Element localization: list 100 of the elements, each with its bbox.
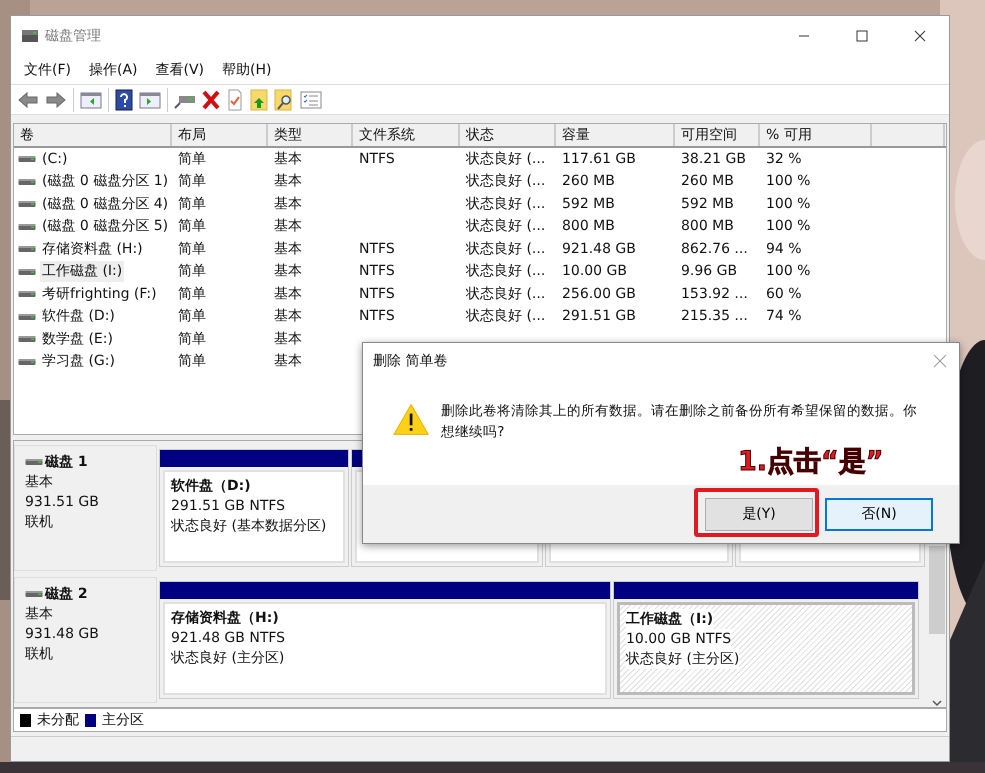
disk-label-panel[interactable]: 磁盘 2 基本 931.48 GB 联机 xyxy=(14,577,157,703)
table-cell: 60 % xyxy=(766,286,802,302)
table-cell: 100 % xyxy=(766,173,810,190)
table-cell: 基本 xyxy=(274,286,302,302)
table-cell: 基本 xyxy=(274,308,302,324)
table-cell: NTFS xyxy=(359,308,395,324)
disk-name: 磁盘 2 xyxy=(45,585,88,604)
table-cell: 256.00 GB xyxy=(562,286,636,302)
table-cell: 291.51 GB xyxy=(562,308,636,324)
table-cell: 38.21 GB xyxy=(681,150,746,167)
table-cell: 215.35 ... xyxy=(681,308,748,324)
yes-button[interactable]: 是(Y) xyxy=(705,498,813,530)
volume-name[interactable]: 存储资料盘 (H:) xyxy=(40,238,145,260)
table-cell: 117.61 GB xyxy=(562,150,636,167)
menu-item[interactable]: 操作(A) xyxy=(80,60,146,80)
volume-name[interactable]: (磁盘 0 磁盘分区 1) xyxy=(40,171,170,192)
table-cell: 简单 xyxy=(178,353,206,370)
disk-type: 基本 xyxy=(25,473,53,492)
disk-name: 磁盘 1 xyxy=(45,453,88,472)
partition-name: 存储资料盘（H:) xyxy=(171,608,279,628)
no-button[interactable]: 否(N) xyxy=(825,498,933,530)
column-header[interactable]: 卷 xyxy=(14,124,172,146)
table-cell: 状态良好 (... xyxy=(466,173,546,190)
table-cell: 基本 xyxy=(274,240,302,257)
table-cell: 状态良好 (... xyxy=(466,218,546,234)
table-cell: 基本 xyxy=(274,353,302,370)
column-header[interactable]: % 可用 xyxy=(760,124,872,146)
column-header[interactable]: 容量 xyxy=(556,124,675,146)
menu-item[interactable]: 查看(V) xyxy=(146,60,214,80)
dialog-title: 删除 简单卷 xyxy=(373,352,448,370)
table-cell: 94 % xyxy=(766,240,802,257)
volume-name[interactable]: 数学盘 (E:) xyxy=(40,328,115,350)
table-cell: 基本 xyxy=(274,150,302,167)
menu-item[interactable]: 帮助(H) xyxy=(213,60,280,80)
table-cell: 简单 xyxy=(178,196,206,212)
volume-name[interactable]: (磁盘 0 磁盘分区 4) xyxy=(40,194,170,215)
table-cell: 10.00 GB xyxy=(562,263,627,280)
column-header[interactable]: 状态 xyxy=(460,124,556,146)
table-cell: 基本 xyxy=(274,218,302,234)
table-cell: NTFS xyxy=(359,240,395,257)
table-cell: 基本 xyxy=(274,173,302,190)
column-header[interactable]: 文件系统 xyxy=(353,124,460,146)
table-cell: 800 MB xyxy=(681,218,734,234)
disk-status: 联机 xyxy=(25,513,53,532)
volume-name[interactable]: 考研frighting (F:) xyxy=(40,284,159,305)
partition-block[interactable]: 软件盘（D:) 291.51 GB NTFS 状态良好 (基本数据分区) xyxy=(163,470,345,563)
table-cell: 简单 xyxy=(178,286,206,302)
partition-size: 10.00 GB NTFS xyxy=(626,629,732,649)
table-cell: 800 MB xyxy=(562,218,615,234)
table-cell: NTFS xyxy=(359,286,395,302)
partition-name: 工作磁盘（I:) xyxy=(626,609,714,629)
table-cell: 32 % xyxy=(766,150,802,167)
volume-name[interactable]: (磁盘 0 磁盘分区 5) xyxy=(40,216,170,238)
dialog-message: 删除此卷将清除其上的所有数据。请在删除之前备份所有希望保留的数据。你想继续吗? xyxy=(441,402,918,442)
partition-status: 状态良好 (主分区) xyxy=(626,649,740,669)
table-cell: 100 % xyxy=(766,218,810,234)
table-cell: 100 % xyxy=(766,263,810,280)
table-cell: 简单 xyxy=(178,240,206,257)
table-cell: 状态良好 (... xyxy=(466,240,546,257)
table-cell: 基本 xyxy=(274,263,302,280)
menu-item[interactable]: 文件(F) xyxy=(15,60,80,80)
table-cell: 100 % xyxy=(766,196,810,212)
table-cell: 862.76 ... xyxy=(681,240,748,257)
table-cell: 简单 xyxy=(178,330,206,347)
disk-status: 联机 xyxy=(25,645,53,664)
table-cell: 简单 xyxy=(178,263,206,280)
table-cell: 简单 xyxy=(178,173,206,190)
table-cell: 74 % xyxy=(766,308,802,324)
table-cell: 基本 xyxy=(274,196,302,212)
table-cell: 简单 xyxy=(178,150,206,167)
table-cell: 状态良好 (... xyxy=(466,286,546,302)
window-title: 磁盘管理 xyxy=(45,26,101,46)
table-cell: 状态良好 (... xyxy=(466,308,546,324)
volume-name[interactable]: (C:) xyxy=(40,148,70,170)
volume-name[interactable]: 学习盘 (G:) xyxy=(40,351,117,372)
disk-type: 基本 xyxy=(25,605,53,624)
table-cell: 状态良好 (... xyxy=(466,150,546,167)
table-cell: NTFS xyxy=(359,263,395,280)
column-header[interactable]: 类型 xyxy=(268,124,353,146)
disk-size: 931.51 GB xyxy=(25,493,99,512)
table-cell: 简单 xyxy=(178,218,206,234)
table-cell: 153.92 ... xyxy=(681,286,748,302)
partition-block[interactable]: 工作磁盘（I:) 10.00 GB NTFS 状态良好 (主分区) xyxy=(617,602,915,695)
table-cell: 260 MB xyxy=(681,173,734,190)
partition-block[interactable]: 存储资料盘（H:) 921.48 GB NTFS 状态良好 (主分区) xyxy=(163,602,607,695)
partition-name: 软件盘（D:) xyxy=(171,476,251,496)
legend-label: 主分区 xyxy=(102,710,144,730)
volume-name[interactable]: 软件盘 (D:) xyxy=(40,306,117,328)
volume-name[interactable]: 工作磁盘 (I:) xyxy=(40,261,124,282)
table-cell: 简单 xyxy=(178,308,206,324)
disk-label-panel[interactable]: 磁盘 1 基本 931.51 GB 联机 xyxy=(14,445,157,571)
table-cell: 状态良好 (... xyxy=(466,263,546,280)
table-cell: 921.48 GB xyxy=(562,240,636,257)
column-header[interactable]: 可用空间 xyxy=(675,124,760,146)
table-cell: NTFS xyxy=(359,150,395,167)
column-header[interactable]: 布局 xyxy=(172,124,268,146)
table-cell: 基本 xyxy=(274,330,302,347)
table-cell: 9.96 GB xyxy=(681,263,738,280)
annotation-text: 1.点击“是” xyxy=(738,446,884,478)
disk-size: 931.48 GB xyxy=(25,625,99,644)
